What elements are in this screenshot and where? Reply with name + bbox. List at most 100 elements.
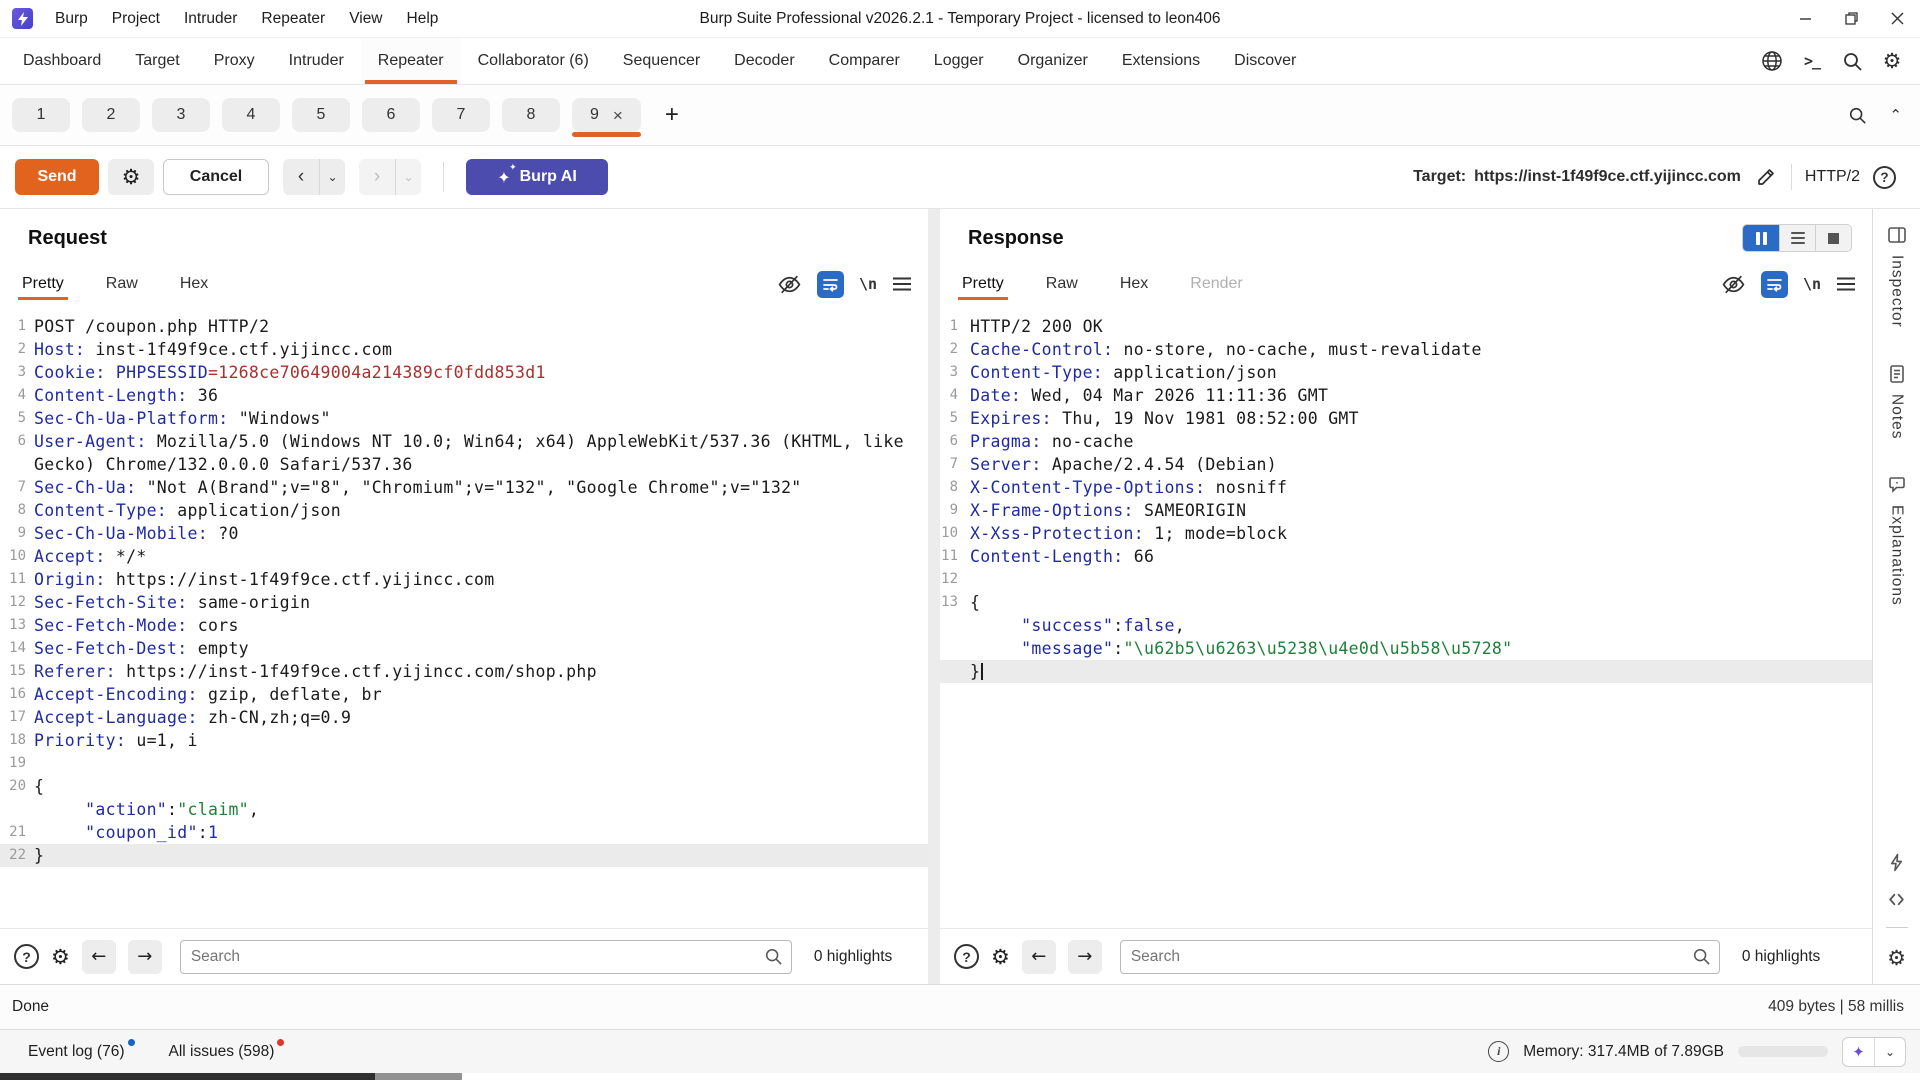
response-tab-pretty[interactable]: Pretty [960, 262, 1006, 306]
editor-line[interactable]: 2Host: inst-1f49f9ce.ctf.yijincc.com [0, 338, 928, 361]
editor-menu-icon[interactable] [1836, 276, 1856, 292]
editor-line[interactable]: 3Content-Type: application/json [940, 361, 1872, 384]
send-settings-gear-icon[interactable]: ⚙ [108, 159, 154, 195]
menu-help[interactable]: Help [395, 0, 451, 38]
word-wrap-icon[interactable] [817, 271, 844, 298]
forward-button[interactable]: › [359, 159, 395, 195]
response-search-input[interactable] [1120, 940, 1720, 974]
editor-line[interactable]: 11Origin: https://inst-1f49f9ce.ctf.yiji… [0, 568, 928, 591]
repeater-tab-6[interactable]: 6 [362, 98, 420, 132]
tab-sequencer[interactable]: Sequencer [606, 38, 717, 84]
editor-line[interactable]: 4Date: Wed, 04 Mar 2026 11:11:36 GMT [940, 384, 1872, 407]
request-tab-raw[interactable]: Raw [104, 262, 140, 306]
show-newlines-icon[interactable]: \n [1803, 275, 1821, 293]
tab-intruder[interactable]: Intruder [272, 38, 361, 84]
next-match-button[interactable]: → [128, 940, 162, 974]
repeater-tab-4[interactable]: 4 [222, 98, 280, 132]
chevrons-expand-icon[interactable] [1887, 890, 1906, 909]
repeater-tab-5[interactable]: 5 [292, 98, 350, 132]
editor-line[interactable]: 6User-Agent: Mozilla/5.0 (Windows NT 10.… [0, 430, 928, 453]
response-editor[interactable]: 1HTTP/2 200 OK2Cache-Control: no-store, … [940, 309, 1872, 928]
editor-line[interactable]: 15Referer: https://inst-1f49f9ce.ctf.yij… [0, 660, 928, 683]
search-settings-gear-icon[interactable]: ⚙ [51, 945, 70, 969]
panel-splitter[interactable] [928, 209, 940, 984]
editor-line[interactable]: 5Expires: Thu, 19 Nov 1981 08:52:00 GMT [940, 407, 1872, 430]
all-issues-link[interactable]: All issues (598) [169, 1043, 275, 1061]
chevron-down-icon[interactable]: ⌄ [1874, 1038, 1905, 1066]
tab-collaborator[interactable]: Collaborator (6) [461, 38, 606, 84]
editor-line[interactable]: } [940, 660, 1872, 683]
tab-comparer[interactable]: Comparer [812, 38, 917, 84]
collapse-chevron-up-icon[interactable]: ⌃ [1889, 106, 1902, 124]
tab-decoder[interactable]: Decoder [717, 38, 811, 84]
editor-line[interactable]: Gecko) Chrome/132.0.0.0 Safari/537.36 [0, 453, 928, 476]
editor-line[interactable]: 7Sec-Ch-Ua: "Not A(Brand";v="8", "Chromi… [0, 476, 928, 499]
editor-line[interactable]: 13{ [940, 591, 1872, 614]
editor-line[interactable]: 6Pragma: no-cache [940, 430, 1872, 453]
repeater-tab-2[interactable]: 2 [82, 98, 140, 132]
event-log-link[interactable]: Event log (76) [28, 1043, 125, 1061]
sidebar-item-inspector[interactable]: Inspector [1887, 225, 1907, 328]
tab-discover[interactable]: Discover [1217, 38, 1313, 84]
sparkle-icon[interactable]: ✦ [1843, 1038, 1874, 1066]
editor-line[interactable]: 17Accept-Language: zh-CN,zh;q=0.9 [0, 706, 928, 729]
sidebar-item-explanations[interactable]: Explanations [1887, 475, 1907, 606]
editor-line[interactable]: 20{ [0, 775, 928, 798]
hide-nonprintable-eye-icon[interactable] [1721, 272, 1746, 297]
editor-line[interactable]: 12 [940, 568, 1872, 591]
terminal-icon[interactable]: >_ [1796, 45, 1828, 77]
burp-ai-button[interactable]: ✦✦ Burp AI [466, 159, 608, 195]
word-wrap-icon[interactable] [1761, 271, 1788, 298]
editor-line[interactable]: 7Server: Apache/2.4.54 (Debian) [940, 453, 1872, 476]
tab-target[interactable]: Target [118, 38, 196, 84]
search-icon[interactable] [1836, 45, 1868, 77]
editor-line[interactable]: 1HTTP/2 200 OK [940, 315, 1872, 338]
new-tab-button[interactable]: + [657, 101, 687, 129]
edit-target-pencil-icon[interactable] [1754, 165, 1778, 189]
menu-view[interactable]: View [337, 0, 394, 38]
previous-match-button[interactable]: ← [82, 940, 116, 974]
editor-line[interactable]: 18Priority: u=1, i [0, 729, 928, 752]
search-settings-gear-icon[interactable]: ⚙ [991, 945, 1010, 969]
settings-gear-icon[interactable]: ⚙ [1887, 946, 1906, 970]
editor-line[interactable]: 10Accept: */* [0, 545, 928, 568]
menu-intruder[interactable]: Intruder [172, 0, 249, 38]
editor-line[interactable]: 9Sec-Ch-Ua-Mobile: ?0 [0, 522, 928, 545]
search-help-icon[interactable]: ? [14, 944, 39, 969]
back-button[interactable]: ‹ [283, 159, 319, 195]
search-help-icon[interactable]: ? [954, 944, 979, 969]
editor-line[interactable]: "success":false, [940, 614, 1872, 637]
cancel-button[interactable]: Cancel [163, 159, 269, 195]
repeater-tab-8[interactable]: 8 [502, 98, 560, 132]
response-tab-raw[interactable]: Raw [1044, 262, 1080, 306]
editor-line[interactable]: 14Sec-Fetch-Dest: empty [0, 637, 928, 660]
sidebar-item-notes[interactable]: Notes [1887, 364, 1907, 440]
rows-layout-button[interactable] [1779, 225, 1815, 251]
info-icon[interactable]: i [1488, 1041, 1509, 1062]
globe-icon[interactable] [1756, 45, 1788, 77]
forward-dropdown-chevron-icon[interactable]: ⌄ [395, 159, 421, 195]
columns-layout-button[interactable] [1743, 225, 1779, 251]
single-layout-button[interactable] [1815, 225, 1851, 251]
editor-line[interactable]: "message":"\u62b5\u6263\u5238\u4e0d\u5b5… [940, 637, 1872, 660]
editor-line[interactable]: 21 "coupon_id":1 [0, 821, 928, 844]
close-tab-icon[interactable]: × [613, 107, 623, 124]
editor-line[interactable]: 13Sec-Fetch-Mode: cors [0, 614, 928, 637]
repeater-tab-7[interactable]: 7 [432, 98, 490, 132]
menu-burp[interactable]: Burp [43, 0, 100, 38]
editor-line[interactable]: 5Sec-Ch-Ua-Platform: "Windows" [0, 407, 928, 430]
response-tab-hex[interactable]: Hex [1118, 262, 1150, 306]
close-button[interactable] [1874, 0, 1920, 38]
next-match-button[interactable]: → [1068, 940, 1102, 974]
back-dropdown-chevron-icon[interactable]: ⌄ [319, 159, 345, 195]
tab-organizer[interactable]: Organizer [1001, 38, 1105, 84]
request-search-input[interactable] [180, 940, 792, 974]
restore-button[interactable] [1828, 0, 1874, 38]
menu-project[interactable]: Project [100, 0, 172, 38]
editor-line[interactable]: 1POST /coupon.php HTTP/2 [0, 315, 928, 338]
editor-line[interactable]: 19 [0, 752, 928, 775]
repeater-tab-3[interactable]: 3 [152, 98, 210, 132]
editor-line[interactable]: 4Content-Length: 36 [0, 384, 928, 407]
repeater-tab-9[interactable]: 9× [572, 98, 641, 132]
previous-match-button[interactable]: ← [1022, 940, 1056, 974]
